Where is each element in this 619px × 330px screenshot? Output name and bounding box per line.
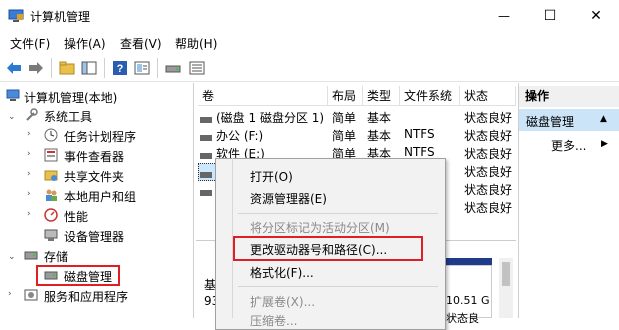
chevron-right-icon[interactable]: › [27,149,31,159]
chevron-right-icon[interactable]: › [27,209,31,219]
storage-icon [24,248,38,265]
collapse-up-icon[interactable]: ▲ [600,114,607,124]
drive-icon [200,168,212,182]
actions-section-label: 磁盘管理 [526,115,575,129]
row-status: 状态良好 [464,129,513,143]
column-header-layout[interactable]: 布局 [328,86,363,106]
row-layout: 简单 [332,129,357,143]
forward-arrow-icon[interactable] [27,59,45,77]
chevron-right-icon[interactable]: › [27,169,31,179]
partition-status: 状态良 [446,312,479,325]
device-manager-icon [44,228,58,245]
menu-file[interactable]: 文件(F) [10,35,50,52]
tools-icon [24,108,38,125]
menu-separator [238,213,438,214]
performance-icon [44,208,58,225]
drive-icon [200,186,212,200]
row-fs: NTFS [404,127,435,141]
row-volume[interactable]: 办公 (F:) [216,127,263,144]
list-icon[interactable] [188,59,206,77]
toolbar-separator [157,58,158,78]
computer-icon [6,89,20,106]
menu-extend-volume: 扩展卷(X)... [250,295,316,309]
tree-root[interactable]: 计算机管理(本地) [24,89,117,106]
up-folder-icon[interactable] [58,59,76,77]
disk-icon[interactable] [164,59,182,77]
window-title: 计算机管理 [30,10,91,24]
tree-performance[interactable]: 性能 [64,208,88,225]
event-viewer-icon [44,148,58,165]
actions-header: 操作 [519,86,619,107]
minimize-button[interactable]: — [481,0,527,31]
tree-local-users[interactable]: 本地用户和组 [64,188,136,205]
menu-explorer[interactable]: 资源管理器(E) [250,190,327,207]
menu-action[interactable]: 操作(A) [64,35,106,52]
row-status: 状态良好 [464,183,513,197]
menu-mark-active: 将分区标记为活动分区(M) [250,221,390,235]
toolbar-separator [51,58,52,78]
menu-change-drive-letter[interactable]: 更改驱动器号和路径(C)... [250,241,387,258]
column-header-filesystem[interactable]: 文件系统 [400,86,460,106]
disk-management-icon [44,268,58,285]
row-fs: NTFS [404,145,435,159]
svg-text:?: ? [117,63,124,75]
row-type: 基本 [367,129,392,143]
tree-disk-management[interactable]: 磁盘管理 [64,268,112,285]
drive-icon [200,131,212,145]
row-type: 基本 [367,111,392,125]
show-hide-tree-icon[interactable] [80,59,98,77]
users-icon [44,188,58,205]
row-status: 状态良好 [464,147,513,161]
menu-shrink-volume: 压缩卷... [250,314,298,328]
minimize-icon: — [498,8,510,23]
row-volume[interactable]: (磁盘 1 磁盘分区 1) [216,109,324,126]
maximize-icon: ☐ [543,7,557,24]
chevron-right-icon[interactable]: › [8,289,12,299]
row-status: 状态良好 [464,201,513,215]
tree-services-apps[interactable]: 服务和应用程序 [44,288,128,305]
column-header-type[interactable]: 类型 [363,86,400,106]
tree-device-manager[interactable]: 设备管理器 [64,228,124,245]
menu-help[interactable]: 帮助(H) [175,35,217,52]
clock-icon [44,128,58,145]
maximize-button[interactable]: ☐ [527,0,573,31]
menu-format[interactable]: 格式化(F)... [250,264,314,281]
drive-icon [200,149,212,163]
drive-icon [200,113,212,127]
help-icon[interactable]: ? [111,59,129,77]
row-layout: 简单 [332,111,357,125]
computer-management-icon [8,8,24,24]
partition-bar [444,258,492,265]
chevron-down-icon[interactable]: ⌄ [8,252,16,262]
actions-more[interactable]: 更多... [551,137,586,154]
tree-event-viewer[interactable]: 事件查看器 [64,148,124,165]
back-arrow-icon[interactable] [5,59,23,77]
row-status: 状态良好 [464,165,513,179]
chevron-down-icon[interactable]: ⌄ [8,112,16,122]
column-header-volume[interactable]: 卷 [198,86,328,106]
toolbar-separator [104,58,105,78]
menu-open[interactable]: 打开(O) [250,168,293,185]
tree-storage[interactable]: 存储 [44,248,68,265]
close-icon: ✕ [590,7,602,24]
row-status: 状态良好 [464,111,513,125]
close-button[interactable]: ✕ [573,0,619,31]
shared-folder-icon [44,168,58,185]
menu-view[interactable]: 查看(V) [120,35,162,52]
tree-shared-folders[interactable]: 共享文件夹 [64,168,124,185]
column-header-status[interactable]: 状态 [460,86,516,106]
chevron-right-icon[interactable]: ▶ [601,139,608,149]
services-icon [24,288,38,305]
menu-separator [238,286,438,287]
chevron-right-icon[interactable]: › [27,189,31,199]
properties-icon[interactable] [133,59,151,77]
scrollbar-thumb[interactable] [502,262,510,286]
tree-system-tools[interactable]: 系统工具 [44,108,92,125]
tree-task-scheduler[interactable]: 任务计划程序 [64,128,136,145]
partition-size: 10.51 G [446,294,490,307]
chevron-right-icon[interactable]: › [27,129,31,139]
